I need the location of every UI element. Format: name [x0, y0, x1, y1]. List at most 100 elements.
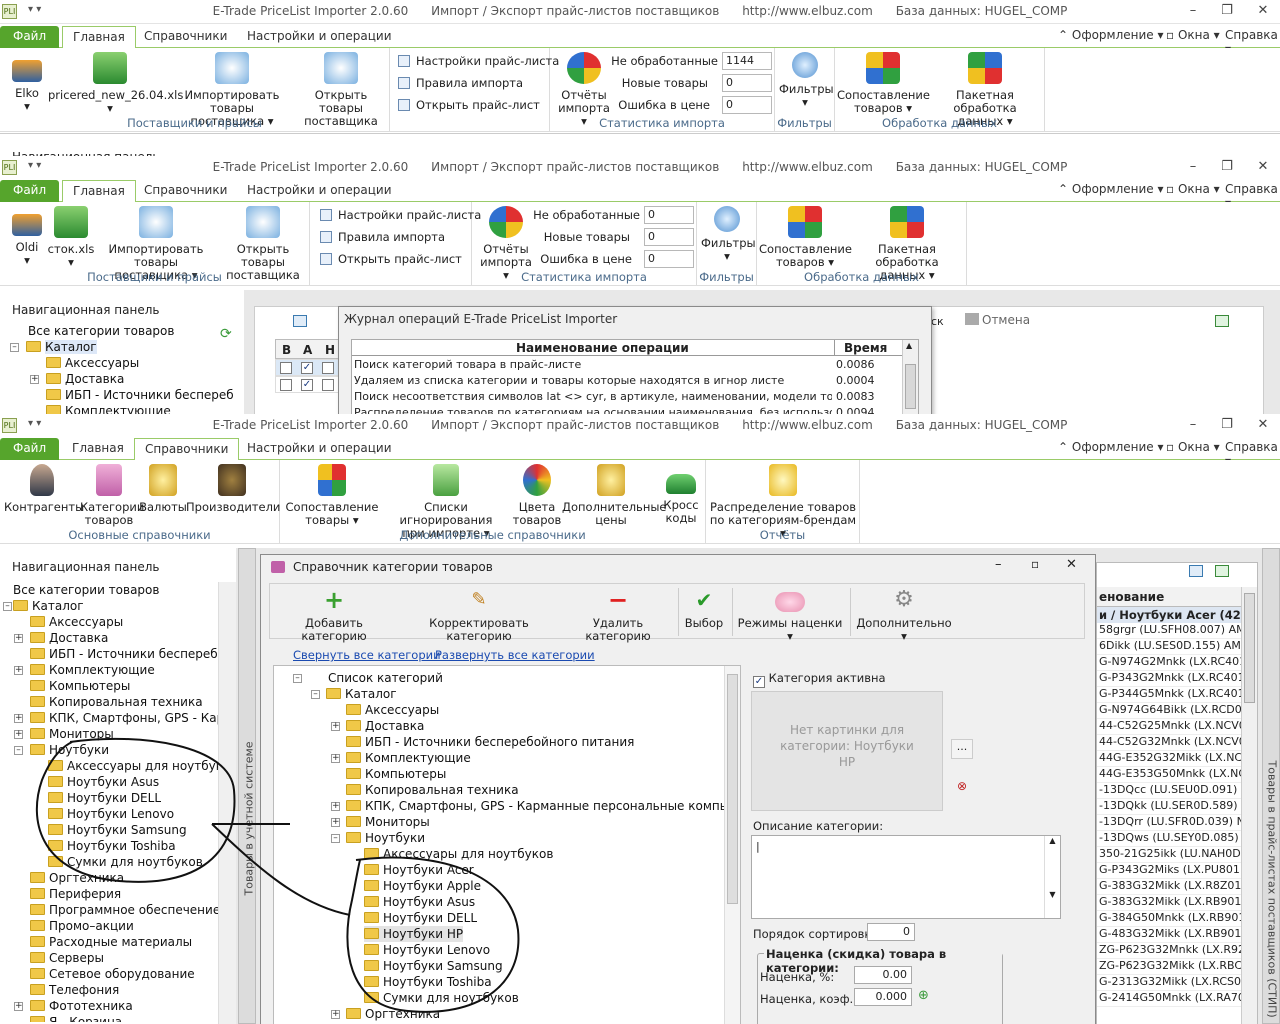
tree-item[interactable]: Доставка	[346, 718, 424, 734]
product-row[interactable]: G-483G32Mikk (LX.RB901.010	[1097, 927, 1241, 943]
tree-item[interactable]: Ноутбуки DELL	[364, 910, 477, 926]
tree-item[interactable]: Комплектующие	[346, 750, 471, 766]
journal-row[interactable]: Поиск несоответствия символов lat <> cyr…	[352, 389, 904, 405]
categories-button[interactable]: Категории товаров	[80, 464, 144, 527]
nav-scroll-handle[interactable]	[218, 582, 236, 1024]
compare-button[interactable]: Сопоставление товаров ▾	[759, 206, 852, 269]
tree-item[interactable]: Ноутбуки	[346, 830, 425, 846]
windows-menu[interactable]: ▫ Окна ▾	[1166, 182, 1220, 196]
tree-item[interactable]: Ноутбуки Acer	[364, 862, 474, 878]
import-rules-button[interactable]: Правила импорта	[320, 230, 445, 244]
close-icon[interactable]: ✕	[1253, 159, 1273, 174]
journal-row[interactable]: Поиск категорий товара в прайс-листе 0.00…	[352, 357, 904, 373]
tree-item[interactable]: Компьютеры	[346, 766, 446, 782]
edit-category-button[interactable]: ✎ Корректировать категорию	[398, 588, 560, 643]
product-row[interactable]: ZG-P623G32Mikk (LX.RBC01.0	[1097, 959, 1241, 975]
tab-file[interactable]: Файл	[0, 26, 60, 48]
tree-item[interactable]: Периферия	[30, 886, 121, 902]
expand-icon[interactable]: +	[331, 802, 340, 811]
grid-row[interactable]: ✓	[275, 359, 343, 376]
tab-settings[interactable]: Настройки и операции	[237, 438, 402, 460]
tree-catalog[interactable]: Каталог	[26, 339, 97, 355]
product-row[interactable]: 44-C52G25Mnkk (LX.NCV0C.0	[1097, 719, 1241, 735]
collapse-icon[interactable]: –	[3, 602, 12, 611]
collapse-all-link[interactable]: Свернуть все категории	[293, 648, 441, 662]
select-button[interactable]: ✔ Выбор	[680, 588, 728, 630]
tab-file[interactable]: Файл	[0, 180, 60, 202]
maximize-icon[interactable]: ❐	[1217, 417, 1237, 432]
tab-refs[interactable]: Справочники	[134, 180, 237, 202]
price-file-button[interactable]: сток.xls ▾	[46, 206, 96, 269]
maximize-icon[interactable]: ❐	[1217, 159, 1237, 174]
compare-button[interactable]: Сопоставление товаров ▾	[837, 52, 930, 115]
close-icon[interactable]: ✕	[1253, 3, 1273, 18]
expand-icon[interactable]: +	[331, 722, 340, 731]
tree-item[interactable]: Телефония	[30, 982, 119, 998]
filters-button[interactable]: Фильтры ▾	[701, 206, 756, 263]
design-menu[interactable]: ⌃ Оформление ▾	[1058, 182, 1164, 196]
collapse-icon[interactable]: –	[14, 746, 23, 755]
delete-image-icon[interactable]: ⊗	[957, 779, 967, 793]
cross-codes-button[interactable]: Кросс коды	[658, 464, 704, 525]
tree-item[interactable]: Ноутбуки Asus	[48, 774, 159, 790]
delete-category-button[interactable]: − Удалить категорию	[560, 588, 676, 643]
close-icon[interactable]: ✕	[1253, 417, 1273, 432]
tree-all-categories[interactable]: Все категории товаров	[13, 582, 159, 598]
maximize-icon[interactable]: ❐	[1217, 3, 1237, 18]
tab-file[interactable]: Файл	[0, 438, 60, 460]
journal-row[interactable]: Удаляем из списка категории и товары кот…	[352, 373, 904, 389]
tree-item[interactable]: Ноутбуки HP	[364, 926, 464, 942]
tree-item[interactable]: Ноутбуки Lenovo	[48, 806, 174, 822]
compare-refs-button[interactable]: Сопоставление товары ▾	[282, 464, 382, 527]
extra-prices-button[interactable]: Дополнительные цены	[562, 464, 667, 527]
tree-scrollbar[interactable]	[724, 666, 740, 1024]
expand-all-link[interactable]: Развернуть все категории	[435, 648, 595, 662]
tree-item[interactable]: Сумки для ноутбуков	[48, 854, 203, 870]
export-icon[interactable]	[1215, 315, 1229, 327]
product-row[interactable]: -13DQkk (LU.SER0D.589) N45	[1097, 799, 1241, 815]
product-row[interactable]: 350-21G25ikk (LU.NAH0D.152	[1097, 847, 1241, 863]
product-row[interactable]: G-N974G64Bikk (LX.RCD01.00	[1097, 703, 1241, 719]
contractors-button[interactable]: Контрагенты	[4, 464, 84, 514]
expand-icon[interactable]: +	[331, 818, 340, 827]
tree-item[interactable]: Промо–акции	[30, 918, 134, 934]
pl-settings-button[interactable]: Настройки прайс-листа	[398, 54, 559, 68]
collapse-icon[interactable]: –	[311, 690, 320, 699]
product-row[interactable]: G-2414G50Mnkk (LX.RA701.00	[1097, 991, 1241, 1007]
collapse-icon[interactable]: –	[331, 834, 340, 843]
tab-main[interactable]: Главная	[62, 438, 134, 460]
tree-item[interactable]: Аксессуары	[30, 614, 123, 630]
expand-icon[interactable]: +	[14, 666, 23, 675]
tree-catalog[interactable]: Каталог	[13, 598, 84, 614]
product-row[interactable]: G-P343G2Miks (LX.PU801.00	[1097, 863, 1241, 879]
pl-settings-button[interactable]: Настройки прайс-листа	[320, 208, 481, 222]
open-pricelist-button[interactable]: Открыть прайс-лист	[398, 98, 540, 112]
minimize-icon[interactable]: –	[1183, 3, 1203, 18]
import-rules-button[interactable]: Правила импорта	[398, 76, 523, 90]
producers-button[interactable]: Производители	[186, 464, 280, 514]
tab-settings[interactable]: Настройки и операции	[237, 26, 402, 48]
journal-row[interactable]: Распределение товаров по категориям на о…	[352, 405, 904, 414]
sort-input[interactable]: 0	[867, 923, 915, 941]
side-tab-vertical[interactable]: Товары в учетной системе	[238, 548, 256, 1024]
active-checkbox[interactable]: ✓ Категория активна	[753, 671, 886, 688]
more-button[interactable]: ⚙ Дополнительно ▾	[852, 588, 956, 643]
expand-icon[interactable]: +	[14, 1002, 23, 1011]
tree-item[interactable]: Мониторы	[30, 726, 114, 742]
tree-item[interactable]: ИБП - Источники бесперебойного питания	[346, 734, 634, 750]
filters-button[interactable]: Фильтры ▾	[779, 52, 834, 109]
tree-item[interactable]: Серверы	[30, 950, 104, 966]
tree-item[interactable]: Копировальная техника	[30, 694, 203, 710]
tab-refs[interactable]: Справочники	[134, 26, 237, 48]
windows-menu[interactable]: ▫ Окна ▾	[1166, 28, 1220, 42]
product-row[interactable]: -13DQrr (LU.SFR0D.039) N45	[1097, 815, 1241, 831]
grid-toolbar-icon[interactable]	[293, 315, 307, 327]
markup-pct-input[interactable]: 0.00	[854, 966, 912, 984]
expand-icon[interactable]: +	[331, 754, 340, 763]
product-row[interactable]: G-2313G32Mikk (LX.RCS01.00	[1097, 975, 1241, 991]
grid-icon[interactable]	[1189, 565, 1203, 577]
design-menu[interactable]: ⌃ Оформление ▾	[1058, 28, 1164, 42]
group-row[interactable]: и / Ноутбуки Acer (42)	[1097, 607, 1241, 623]
markup-k-input[interactable]: 0.000	[854, 988, 912, 1006]
tree-item[interactable]: Ноутбуки Samsung	[364, 958, 503, 974]
